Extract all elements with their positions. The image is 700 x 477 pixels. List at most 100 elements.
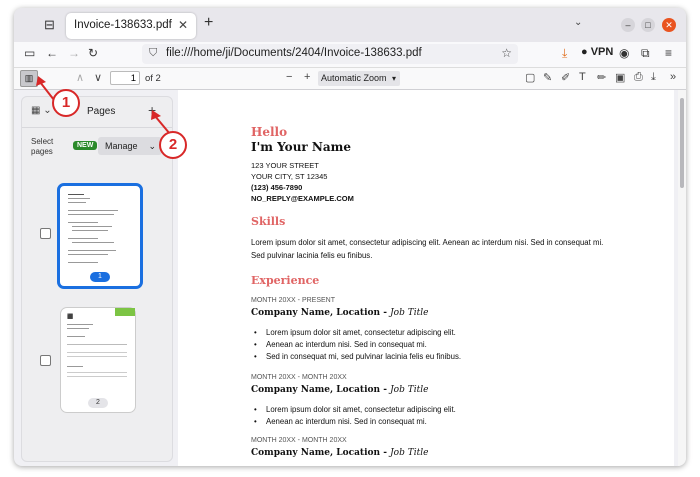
draw-icon[interactable]: ✏	[597, 71, 606, 84]
close-tab-icon[interactable]: ✕	[178, 18, 188, 32]
page-number-badge: 2	[88, 398, 108, 408]
page-thumbnail-2[interactable]: ⬛ 2	[60, 307, 136, 413]
zoom-label: Automatic Zoom	[321, 73, 387, 83]
doc-address-line: YOUR CITY, ST 12345	[251, 172, 328, 181]
job-title: Job Title	[390, 448, 429, 458]
page-count: of 2	[145, 73, 161, 84]
pages-title: Pages	[87, 106, 116, 117]
thumb-text	[72, 230, 108, 231]
thumb-text	[68, 210, 118, 211]
company-text: Company Name, Location -	[251, 448, 391, 458]
experience-heading: Experience	[251, 274, 320, 287]
pages-sidebar: ▦ ⌄ Pages + Select pages NEW Manage ⌄ 1	[21, 96, 173, 462]
doc-email: NO_REPLY@EXAMPLE.COM	[251, 194, 354, 203]
job-bullet: Lorem ipsum dolor sit amet, consectetur …	[254, 328, 456, 337]
job-bullet: Aenean ac interdum nisi. Sed in consequa…	[254, 417, 427, 426]
print-icon[interactable]: ⎙	[634, 71, 643, 84]
annotation-badge-1: 1	[52, 89, 80, 117]
page-2-checkbox[interactable]	[40, 355, 51, 366]
list-tabs-icon[interactable]: ⌄	[574, 17, 582, 28]
thumb-text	[67, 356, 127, 357]
zoom-out-icon[interactable]: −	[286, 71, 292, 83]
account-icon[interactable]: ◉	[619, 46, 629, 60]
page-number-input[interactable]: 1	[110, 71, 140, 85]
thumb-text	[67, 376, 127, 377]
tab-title: Invoice-138633.pdf	[74, 19, 172, 31]
thumb-text	[67, 344, 127, 345]
menu-icon[interactable]: ≡	[665, 46, 672, 60]
url-bar[interactable]: ⛉ file:///home/ji/Documents/2404/Invoice…	[142, 44, 518, 64]
thumb-text	[68, 250, 116, 251]
chevron-down-icon: ▾	[391, 74, 396, 83]
job-bullet: Sed in consequat mi, sed pulvinar lacini…	[254, 352, 461, 361]
thumb-text	[68, 214, 114, 215]
thumb-text	[68, 202, 86, 203]
back-icon[interactable]: ←	[46, 46, 58, 60]
forward-icon[interactable]: →	[68, 46, 80, 60]
thumb-text	[67, 352, 127, 353]
manage-dropdown[interactable]: Manage ⌄	[98, 137, 162, 155]
more-tools-icon[interactable]: »	[670, 71, 676, 83]
doc-hello: Hello	[251, 125, 288, 139]
thumb-text	[68, 198, 90, 199]
sidebar-icon: ▥	[24, 73, 34, 83]
extensions-icon[interactable]: ⧉	[641, 46, 650, 61]
annotation-badge-2: 2	[159, 131, 187, 159]
image-icon[interactable]: ▣	[615, 71, 625, 84]
tab-strip: ⊟ Invoice-138633.pdf ✕ + ⌄ – □ ✕	[14, 8, 686, 42]
scrollbar-thumb[interactable]	[680, 98, 684, 188]
manage-label: Manage	[105, 141, 138, 151]
browser-window: ⊟ Invoice-138633.pdf ✕ + ⌄ – □ ✕ ▭ ← → ↻…	[14, 8, 686, 466]
shield-icon[interactable]: ⛉	[149, 47, 157, 60]
thumb-text	[72, 226, 112, 227]
thumb-text	[68, 254, 108, 255]
new-badge: NEW	[73, 141, 98, 150]
sign-icon[interactable]: ✎	[543, 71, 552, 84]
thumb-text	[68, 238, 98, 239]
job-company: Company Name, Location - Job Title	[251, 308, 428, 318]
highlight-icon[interactable]: ✐	[561, 71, 570, 84]
close-window-button[interactable]: ✕	[662, 18, 676, 32]
pdf-sidebar-toggle-button[interactable]: ▥	[20, 70, 38, 87]
job-company: Company Name, Location - Job Title	[251, 385, 428, 395]
page-number-badge: 1	[90, 272, 110, 282]
maximize-button[interactable]: □	[641, 18, 655, 32]
select-pages-label: Select pages	[31, 137, 54, 156]
job-bullet: Aenean ac interdum nisi. Sed in consequa…	[254, 340, 427, 349]
tab-invoice[interactable]: Invoice-138633.pdf ✕	[66, 13, 196, 39]
paid-ribbon	[115, 308, 135, 316]
page-1-checkbox[interactable]	[40, 228, 51, 239]
job-bullet: Lorem ipsum dolor sit amet, consectetur …	[254, 405, 456, 414]
download-icon[interactable]: ⤓	[562, 46, 567, 61]
thumb-text	[67, 336, 85, 337]
bookmark-star-icon[interactable]: ☆	[501, 46, 512, 60]
minimize-button[interactable]: –	[621, 18, 635, 32]
new-tab-button[interactable]: +	[204, 14, 213, 32]
text-tool-icon[interactable]: T	[579, 71, 586, 83]
zoom-in-icon[interactable]: +	[304, 71, 310, 83]
thumb-text	[68, 194, 84, 195]
zoom-select[interactable]: Automatic Zoom ▾	[318, 71, 400, 86]
company-text: Company Name, Location -	[251, 308, 391, 318]
job-dates: MONTH 20XX - PRESENT	[251, 297, 336, 304]
skills-text: Lorem ipsum dolor sit amet, consectetur …	[251, 238, 604, 260]
page-thumbnail-1[interactable]: 1	[57, 183, 143, 289]
comment-icon[interactable]: ▢	[525, 71, 535, 84]
thumb-text	[67, 328, 89, 329]
reload-icon[interactable]: ↻	[88, 46, 98, 60]
vpn-button[interactable]: ● VPN	[581, 46, 613, 58]
doc-name: I'm Your Name	[251, 140, 351, 154]
grid-view-icon[interactable]: ▦ ⌄	[31, 105, 52, 116]
save-icon[interactable]: ⤓	[651, 71, 656, 84]
sidebar-header: ▦ ⌄ Pages +	[22, 97, 172, 127]
skills-heading: Skills	[251, 215, 286, 228]
previous-page-icon[interactable]: ∧	[76, 71, 84, 84]
add-page-button[interactable]: +	[148, 102, 156, 118]
thumb-text	[67, 372, 127, 373]
doc-phone: (123) 456-7890	[251, 183, 303, 192]
tab-overview-icon[interactable]: ⊟	[44, 17, 55, 33]
navigation-bar: ▭ ← → ↻ ⛉ file:///home/ji/Documents/2404…	[14, 42, 686, 68]
thumb-text	[68, 262, 98, 263]
next-page-icon[interactable]: ∨	[94, 71, 102, 84]
sidebar-toggle-icon[interactable]: ▭	[24, 46, 35, 60]
